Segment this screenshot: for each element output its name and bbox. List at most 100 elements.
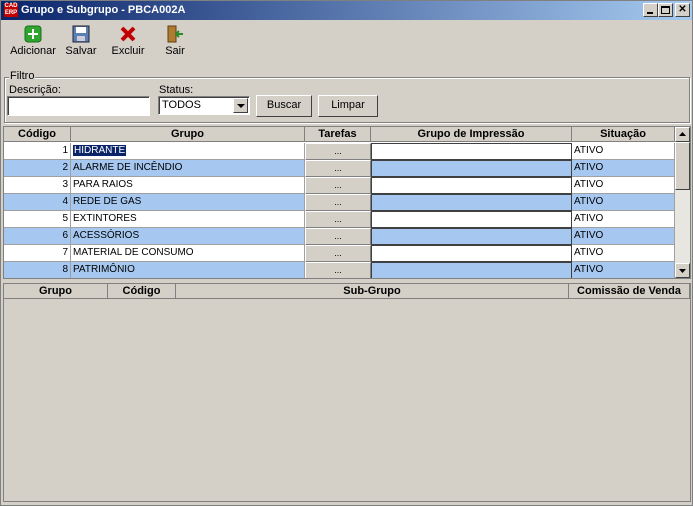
table-row[interactable]: 4 REDE DE GAS... ATIVO [4,194,675,211]
column-header-codigo[interactable]: Código [4,127,71,142]
cell-situacao-text: ATIVO [574,196,604,207]
delete-button[interactable]: Excluir [110,25,146,57]
cell-grupo-impressao[interactable] [371,143,572,160]
status-select[interactable]: TODOS [158,96,250,115]
cell-grupo[interactable]: PARA RAIOS [71,177,305,194]
scroll-up-arrow[interactable] [675,127,690,142]
table-row[interactable]: 6 ACESSÓRIOS... ATIVO [4,228,675,245]
column-header-grupo[interactable]: Grupo [71,127,305,142]
add-button[interactable]: Adicionar [9,25,57,57]
save-button[interactable]: Salvar [64,25,98,57]
cell-grupo[interactable]: ACESSÓRIOS [71,228,305,245]
tasks-button[interactable]: ... [305,245,371,262]
close-button[interactable]: ✕ [675,3,690,17]
description-label: Descrição: [9,84,61,96]
cell-grupo[interactable]: HIDRANTE [71,143,305,160]
main-window: CAD ERP Grupo e Subgrupo - PBCA002A ✕ Adi… [0,0,693,506]
cell-situacao[interactable]: ATIVO [572,262,675,278]
tasks-button[interactable]: ... [305,143,371,160]
cell-codigo[interactable]: 5 [4,211,71,228]
tasks-button-text: ... [334,163,342,173]
cell-grupo-impressao[interactable] [371,245,572,262]
table-row[interactable]: 8 PATRIMÔNIO... ATIVO [4,262,675,278]
column-header-tarefas[interactable]: Tarefas [305,127,371,142]
cell-grupo[interactable]: PATRIMÔNIO [71,262,305,278]
vertical-scrollbar[interactable] [675,127,690,278]
cell-situacao[interactable]: ATIVO [572,245,675,262]
plus-icon [24,25,42,43]
tasks-button[interactable]: ... [305,194,371,211]
tasks-button[interactable]: ... [305,262,371,278]
cell-grupo[interactable]: MATERIAL DE CONSUMO [71,245,305,262]
add-label: Adicionar [10,45,56,57]
clear-button[interactable]: Limpar [318,95,378,117]
minimize-icon [647,12,653,14]
maximize-icon [661,6,670,14]
tasks-button[interactable]: ... [305,160,371,177]
cell-grupo-text: ALARME DE INCÊNDIO [73,162,183,173]
cell-grupo[interactable]: EXTINTORES [71,211,305,228]
tasks-button-text: ... [334,248,342,258]
cell-grupo-impressao[interactable] [371,228,572,245]
scroll-thumb[interactable] [675,142,690,190]
tasks-button[interactable]: ... [305,177,371,194]
cell-codigo[interactable]: 1 [4,143,71,160]
exit-door-icon [166,25,184,43]
cell-situacao[interactable]: ATIVO [572,143,675,160]
cell-situacao[interactable]: ATIVO [572,160,675,177]
cell-codigo-text: 8 [62,264,68,275]
cell-codigo-text: 2 [62,162,68,173]
cell-situacao[interactable]: ATIVO [572,177,675,194]
cell-situacao-text: ATIVO [574,162,604,173]
app-icon: CAD ERP [4,3,18,17]
cell-codigo[interactable]: 3 [4,177,71,194]
subgroups-table[interactable]: Grupo Código Sub-Grupo Comissão de Venda [3,283,691,502]
description-input[interactable] [7,96,150,116]
cell-grupo-impressao[interactable] [371,194,572,211]
table-row[interactable]: 3 PARA RAIOS... ATIVO [4,177,675,194]
exit-label: Sair [165,45,185,57]
cell-grupo-impressao[interactable] [371,262,572,278]
cell-codigo-text: 4 [62,196,68,207]
cell-situacao[interactable]: ATIVO [572,194,675,211]
maximize-button[interactable] [658,3,673,17]
save-label: Salvar [65,45,97,57]
search-button[interactable]: Buscar [256,95,312,117]
cell-codigo[interactable]: 2 [4,160,71,177]
minimize-button[interactable] [643,3,658,17]
cell-grupo-text: PATRIMÔNIO [73,264,135,275]
tasks-button-text: ... [334,197,342,207]
groups-table[interactable]: Código Grupo Tarefas Grupo de Impressão … [3,126,691,279]
cell-codigo[interactable]: 6 [4,228,71,245]
table-row[interactable]: 1 HIDRANTE... ATIVO [4,143,675,160]
status-value: TODOS [162,99,201,111]
column-header-sub-grupo[interactable]: Sub-Grupo [176,284,569,299]
cell-situacao-text: ATIVO [574,264,604,275]
scroll-down-arrow[interactable] [675,263,690,278]
cell-codigo[interactable]: 4 [4,194,71,211]
cell-grupo[interactable]: REDE DE GAS [71,194,305,211]
table-row[interactable]: 7 MATERIAL DE CONSUMO... ATIVO [4,245,675,262]
column-header-sub-codigo[interactable]: Código [108,284,176,299]
table-row[interactable]: 5 EXTINTORES... ATIVO [4,211,675,228]
exit-button[interactable]: Sair [162,25,188,57]
table-row[interactable]: 2 ALARME DE INCÊNDIO... ATIVO [4,160,675,177]
column-header-sub-grupo-grupo[interactable]: Grupo [4,284,108,299]
cell-codigo-text: 1 [62,145,68,156]
tasks-button[interactable]: ... [305,228,371,245]
tasks-button[interactable]: ... [305,211,371,228]
cell-situacao[interactable]: ATIVO [572,211,675,228]
cell-situacao[interactable]: ATIVO [572,228,675,245]
column-header-comissao[interactable]: Comissão de Venda [569,284,690,299]
tasks-button-text: ... [334,231,342,241]
title-bar[interactable]: CAD ERP Grupo e Subgrupo - PBCA002A ✕ [1,1,692,20]
column-header-situacao[interactable]: Situação [572,127,675,142]
chevron-down-icon[interactable] [233,98,248,113]
cell-grupo-impressao[interactable] [371,160,572,177]
cell-codigo[interactable]: 7 [4,245,71,262]
cell-grupo-impressao[interactable] [371,177,572,194]
cell-grupo-impressao[interactable] [371,211,572,228]
column-header-grupo-impressao[interactable]: Grupo de Impressão [371,127,572,142]
cell-codigo[interactable]: 8 [4,262,71,278]
cell-grupo[interactable]: ALARME DE INCÊNDIO [71,160,305,177]
